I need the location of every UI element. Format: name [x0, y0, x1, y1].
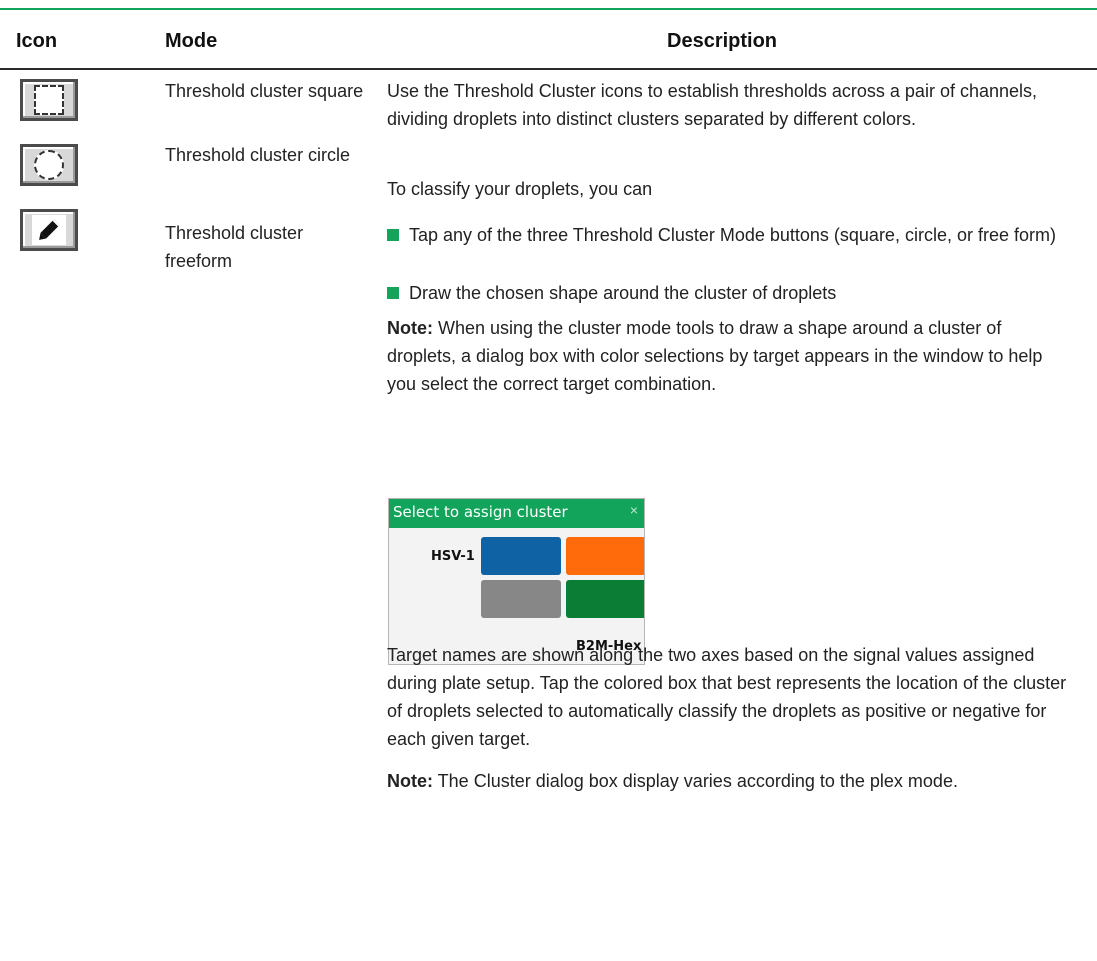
close-icon[interactable]: ×	[630, 502, 638, 518]
pencil-icon	[32, 215, 66, 245]
cluster-gray-button[interactable]	[481, 580, 561, 618]
note-paragraph: Note: The Cluster dialog box display var…	[387, 767, 1067, 795]
bullet-text: Draw the chosen shape around the cluster…	[409, 283, 837, 303]
dashed-square-icon	[34, 85, 64, 115]
assign-cluster-dialog: Select to assign cluster × HSV-1 B2M-Hex	[388, 498, 645, 665]
dialog-title: Select to assign cluster	[393, 503, 568, 521]
targets-paragraph: Target names are shown along the two axe…	[387, 645, 1067, 749]
note-paragraph: Note: When using the cluster mode tools …	[387, 314, 1067, 398]
note-label: Note:	[387, 771, 433, 791]
note-label: Note:	[387, 318, 433, 338]
mode-freeform-label: Threshold cluster freeform	[165, 223, 304, 271]
mode-circle-label: Threshold cluster circle	[165, 145, 351, 165]
bullet-square-icon	[387, 287, 399, 299]
note-text: The Cluster dialog box display varies ac…	[433, 771, 958, 791]
classify-lead: To classify your droplets, you can	[387, 179, 653, 199]
bullet-item: Tap any of the three Threshold Cluster M…	[387, 221, 1059, 249]
cluster-green-button[interactable]	[566, 580, 644, 618]
bullet-item: Draw the chosen shape around the cluster…	[387, 279, 1059, 307]
header-icon: Icon	[16, 30, 58, 52]
cluster-orange-button[interactable]	[566, 537, 644, 575]
threshold-circle-button[interactable]	[20, 144, 78, 186]
threshold-square-button[interactable]	[20, 79, 78, 121]
bullet-square-icon	[387, 229, 399, 241]
threshold-freeform-button[interactable]	[20, 209, 78, 251]
cluster-blue-button[interactable]	[481, 537, 561, 575]
y-target-label: HSV-1	[431, 549, 475, 564]
note-text: When using the cluster mode tools to dra…	[387, 318, 1043, 394]
dialog-header: Select to assign cluster ×	[389, 499, 644, 528]
dashed-circle-icon	[34, 150, 64, 180]
header-mode: Mode	[165, 30, 218, 52]
header-rule	[0, 68, 1097, 70]
bullet-text: Tap any of the three Threshold Cluster M…	[409, 225, 1056, 245]
description-intro: Use the Threshold Cluster icons to estab…	[387, 81, 1038, 129]
header-description: Description	[667, 30, 778, 52]
top-rule	[0, 8, 1097, 10]
mode-square-label: Threshold cluster square	[165, 81, 364, 101]
